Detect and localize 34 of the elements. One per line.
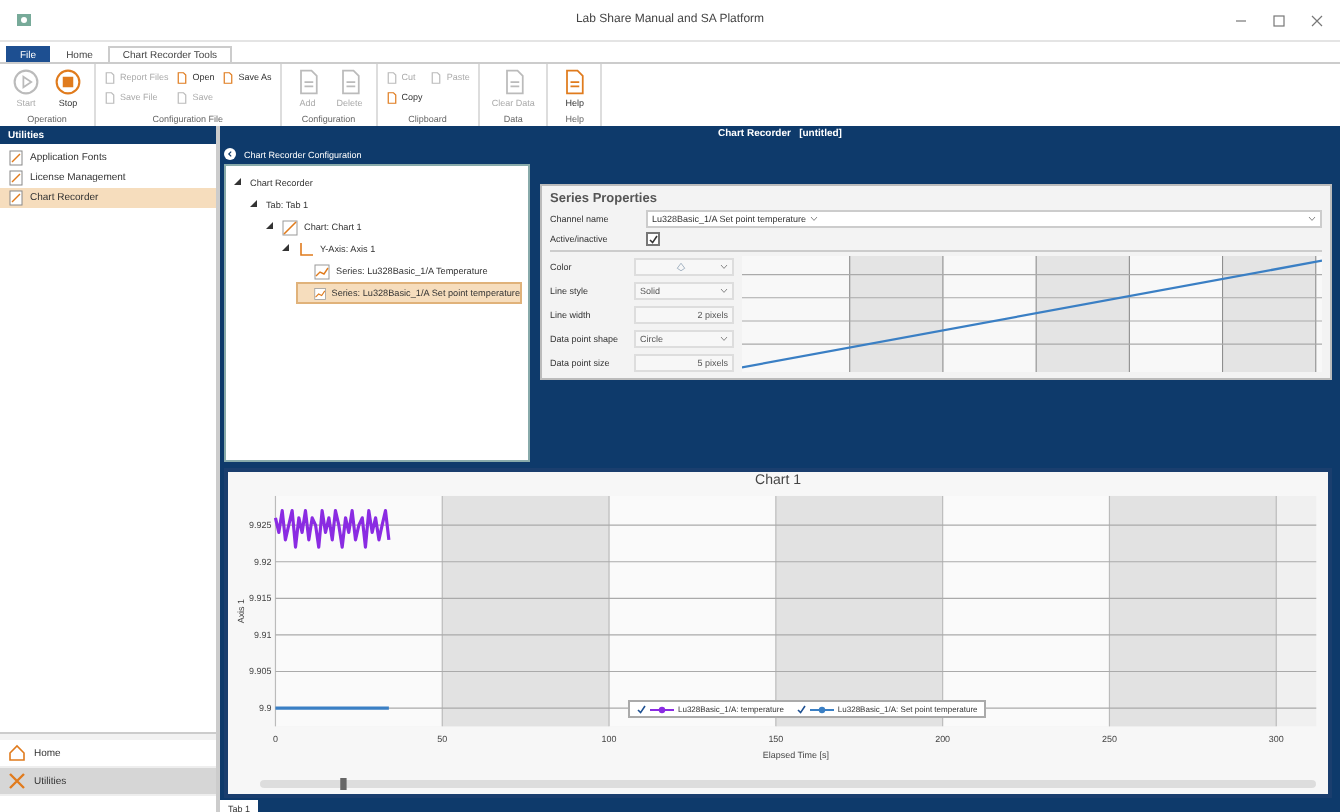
- document-icon: [222, 71, 235, 83]
- document-icon: [8, 170, 24, 186]
- house-icon: [8, 744, 26, 762]
- document-icon: [560, 68, 589, 96]
- stop-icon: [54, 68, 82, 96]
- play-icon: [12, 68, 40, 96]
- chevron-down-icon: [720, 263, 728, 269]
- document-icon: [8, 150, 24, 166]
- checkbox[interactable]: [646, 231, 660, 245]
- color-dropdown[interactable]: [634, 257, 734, 275]
- chart-icon: [282, 219, 298, 235]
- chevron-down-icon: [720, 335, 728, 341]
- expander-icon[interactable]: [248, 200, 260, 210]
- document-icon: [8, 190, 24, 206]
- legend-line-icon: [650, 705, 674, 713]
- chevron-down-icon: [810, 216, 819, 222]
- app-icon: [16, 12, 32, 28]
- expander-icon[interactable]: [264, 222, 276, 232]
- document-icon: [430, 71, 443, 83]
- legend-line-icon: [809, 705, 834, 713]
- line-chart-icon: [313, 285, 326, 301]
- horizontal-scrollbar[interactable]: [260, 778, 1316, 790]
- collapse-icon[interactable]: [224, 148, 236, 160]
- axis-icon: [298, 241, 314, 257]
- check-icon[interactable]: [795, 704, 806, 714]
- chevron-down-icon: [720, 287, 728, 293]
- series-line: [273, 509, 391, 549]
- expander-icon[interactable]: [232, 178, 244, 188]
- check-icon[interactable]: [636, 704, 646, 714]
- close-icon[interactable]: [1310, 13, 1324, 27]
- line-chart-icon: [314, 263, 330, 279]
- chevron-down-icon: [1308, 216, 1316, 222]
- expander-icon[interactable]: [280, 244, 292, 254]
- series-line: [275, 706, 389, 710]
